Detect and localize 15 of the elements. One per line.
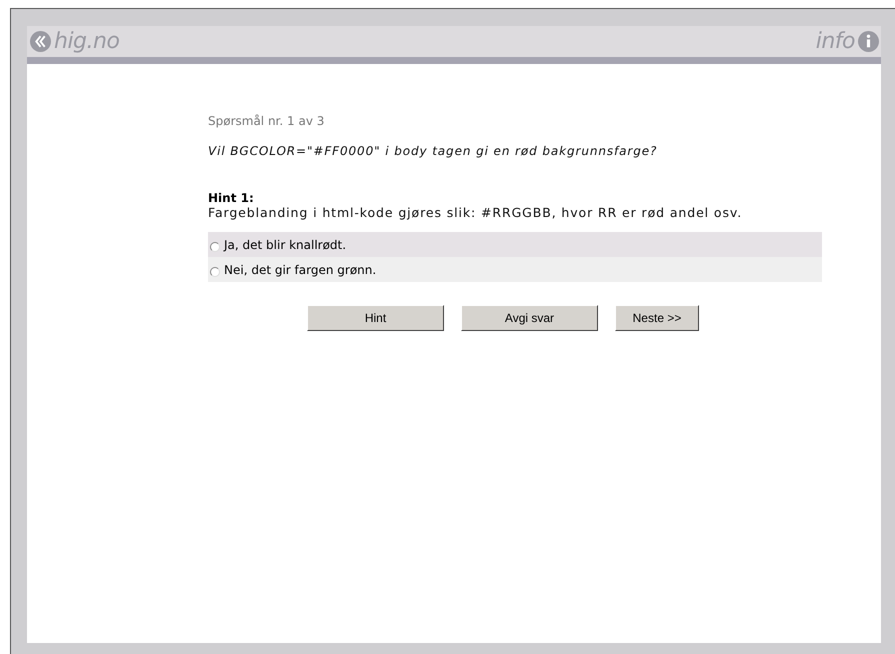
answer-option[interactable]: Nei, det gir fargen grønn.	[208, 257, 822, 282]
answer-option[interactable]: Ja, det blir knallrødt.	[208, 232, 822, 257]
question-text: Vil BGCOLOR="#FF0000" i body tagen gi en rød bakgrunnsfarge?	[208, 144, 658, 158]
next-button[interactable]: Neste >>	[615, 305, 699, 331]
option-label: Nei, det gir fargen grønn.	[224, 262, 376, 276]
option-label: Ja, det blir knallrødt.	[224, 238, 346, 252]
radio-button[interactable]	[210, 266, 220, 276]
question-counter: Spørsmål nr. 1 av 3	[208, 114, 326, 128]
hint-text: Fargeblanding i html-kode gjøres slik: #RRGGBB, hvor RR er rød andel osv.	[208, 205, 744, 220]
info-icon[interactable]	[858, 31, 879, 52]
hint-button[interactable]: Hint	[307, 305, 444, 331]
hint-title: Hint 1:	[208, 191, 255, 205]
back-icon[interactable]	[30, 31, 51, 52]
radio-button[interactable]	[210, 242, 220, 252]
submit-button[interactable]: Avgi svar	[461, 305, 598, 331]
